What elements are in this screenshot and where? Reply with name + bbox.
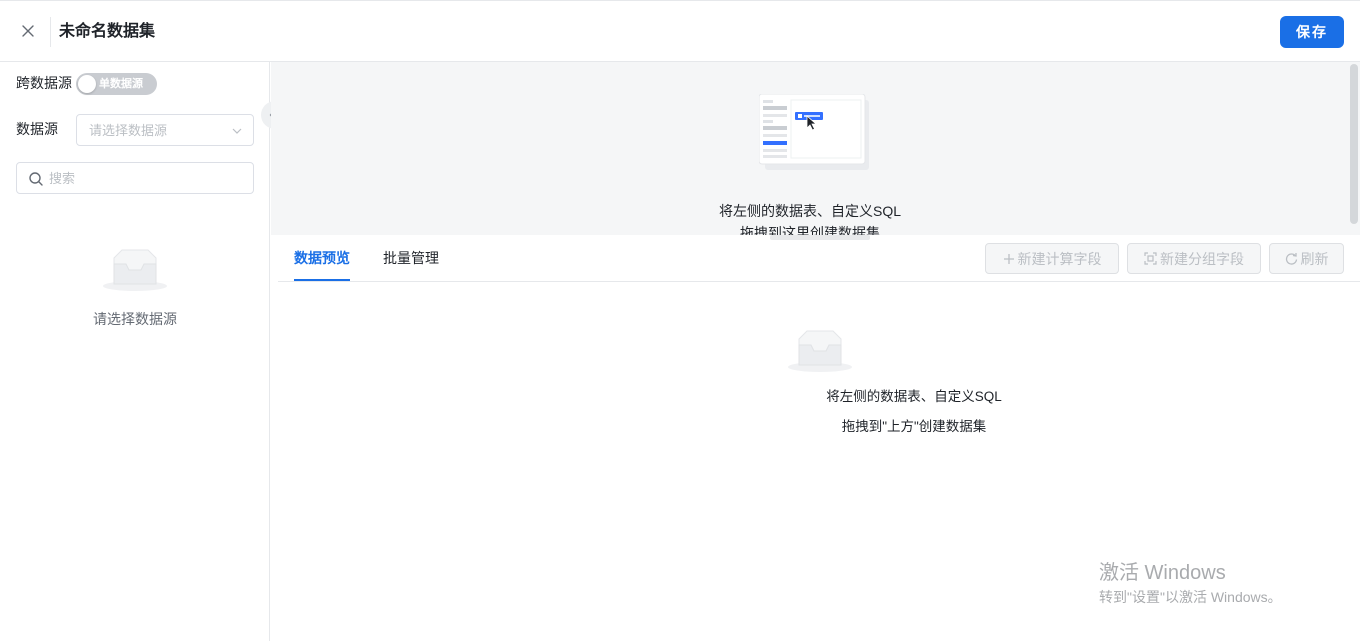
dataset-drop-area[interactable]: 将左侧的数据表、自定义SQL 拖拽到这里创建数据集 xyxy=(271,62,1360,235)
preview-empty-line2: 拖拽到"上方"创建数据集 xyxy=(841,419,987,434)
new-group-field-button[interactable]: 新建分组字段 xyxy=(1127,243,1261,274)
new-calc-field-button[interactable]: 新建计算字段 xyxy=(985,243,1119,274)
save-button[interactable]: 保存 xyxy=(1280,16,1344,48)
cross-source-toggle[interactable]: 单数据源 xyxy=(76,73,157,95)
header-bar: 未命名数据集 保存 xyxy=(0,0,1360,62)
empty-box-icon xyxy=(103,249,167,291)
drop-hint-line1: 将左侧的数据表、自定义SQL xyxy=(718,203,901,219)
close-button[interactable] xyxy=(18,21,38,41)
new-group-field-label: 新建分组字段 xyxy=(1160,250,1244,267)
new-calc-field-label: 新建计算字段 xyxy=(1017,250,1102,267)
left-empty-text: 请选择数据源 xyxy=(93,311,177,327)
left-panel: 跨数据源 单数据源 数据源 请选择数据源 请选择数据源 xyxy=(0,62,270,641)
toggle-knob xyxy=(78,75,96,93)
close-icon xyxy=(22,25,34,37)
toggle-text: 单数据源 xyxy=(99,78,143,90)
refresh-icon xyxy=(1285,253,1297,265)
empty-box-icon xyxy=(788,330,852,372)
tabs-bar: 数据预览 批量管理 新建计算字段 新建分组字段 刷新 xyxy=(278,235,1360,282)
drop-area-scrollbar[interactable] xyxy=(1350,64,1358,224)
active-tab-indicator xyxy=(294,279,350,281)
refresh-label: 刷新 xyxy=(1300,250,1329,267)
preview-empty-line1: 将左侧的数据表、自定义SQL xyxy=(826,389,1002,404)
panel-resize-sash[interactable] xyxy=(770,235,870,240)
group-icon xyxy=(1144,252,1157,265)
tab-data-preview[interactable]: 数据预览 xyxy=(294,248,350,268)
drop-hint-line2: 拖拽到这里创建数据集 xyxy=(740,225,880,235)
search-input[interactable] xyxy=(49,167,249,189)
plus-icon xyxy=(1003,253,1014,264)
tab-batch-manage[interactable]: 批量管理 xyxy=(383,248,439,268)
cross-source-label: 跨数据源 xyxy=(16,75,72,91)
windows-activation-subtitle: 转到"设置"以激活 Windows。 xyxy=(1099,589,1282,605)
dataset-title[interactable]: 未命名数据集 xyxy=(59,21,155,43)
chevron-down-icon xyxy=(232,128,242,134)
source-label: 数据源 xyxy=(16,121,58,137)
source-select-placeholder: 请选择数据源 xyxy=(89,123,168,138)
refresh-button[interactable]: 刷新 xyxy=(1269,243,1344,274)
source-select[interactable]: 请选择数据源 xyxy=(76,114,254,146)
search-box[interactable] xyxy=(16,162,254,194)
drag-illustration xyxy=(759,94,869,170)
header-divider xyxy=(50,17,51,47)
windows-activation-title: 激活 Windows xyxy=(1099,562,1226,584)
search-icon xyxy=(29,172,43,186)
